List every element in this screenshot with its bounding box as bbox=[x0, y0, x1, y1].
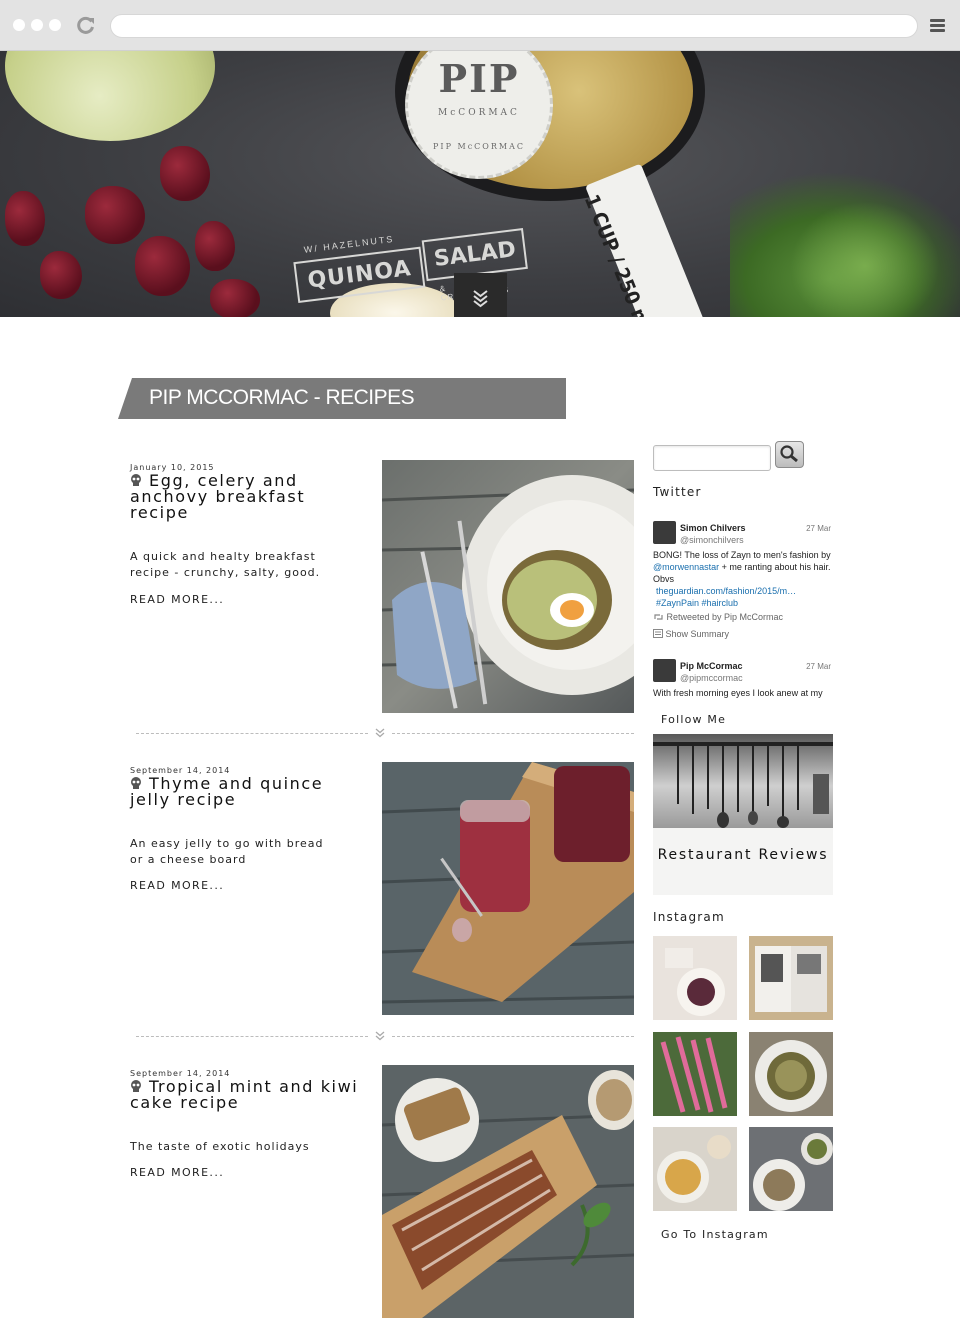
restaurant-reviews-label: Restaurant Reviews bbox=[657, 847, 829, 863]
post-title[interactable]: Tropical mint and kiwi cake recipe bbox=[130, 1079, 360, 1111]
read-more-link[interactable]: READ MORE... bbox=[130, 593, 224, 606]
show-summary-label: Show Summary bbox=[665, 629, 730, 639]
tweet-author-handle[interactable]: @simonchilvers bbox=[680, 535, 744, 545]
instagram-thumbnail[interactable] bbox=[749, 936, 833, 1020]
summary-card-icon bbox=[653, 629, 663, 638]
section-banner: PIP MCCORMAC - RECIPES bbox=[118, 378, 566, 419]
retweet-icon bbox=[654, 614, 663, 620]
scroll-down-button[interactable] bbox=[454, 273, 507, 317]
tweet-timestamp[interactable]: 27 Mar bbox=[806, 524, 831, 533]
tweet-retweet-info: Retweeted by Pip McCormac bbox=[653, 612, 783, 622]
post-title[interactable]: Egg, celery and anchovy breakfast recipe bbox=[130, 473, 360, 521]
chevron-double-down-icon bbox=[375, 728, 385, 738]
search-button[interactable] bbox=[775, 441, 804, 468]
dish-word-quinoa: QUINOA bbox=[293, 246, 426, 303]
skull-icon bbox=[131, 474, 141, 486]
browser-toolbar bbox=[0, 0, 960, 51]
tweet-mention-link[interactable]: @morwennastar bbox=[653, 562, 719, 572]
instagram-heading: Instagram bbox=[653, 910, 725, 924]
cranberry-image bbox=[5, 191, 45, 246]
spring-onion-image bbox=[790, 201, 940, 317]
post-excerpt: A quick and healty breakfast recipe - cr… bbox=[130, 550, 321, 579]
post-excerpt: The taste of exotic holidays bbox=[130, 1140, 310, 1153]
post-image[interactable] bbox=[382, 762, 634, 1015]
window-dot-icon bbox=[13, 19, 25, 31]
tweet-item: Pip McCormac @pipmccormac 27 Mar With fr… bbox=[653, 659, 833, 704]
cranberry-image bbox=[85, 186, 145, 244]
twitter-heading: Twitter bbox=[653, 485, 702, 499]
post-image[interactable] bbox=[382, 1065, 634, 1318]
tweet-text: With fresh morning eyes I look anew at m… bbox=[653, 688, 823, 698]
logo-arc-text: PIP McCORMAC bbox=[433, 142, 525, 151]
retweet-label: Retweeted by Pip McCormac bbox=[666, 612, 784, 622]
tweet-hashtags[interactable]: #ZaynPain #hairclub bbox=[656, 597, 834, 609]
instagram-thumbnail[interactable] bbox=[653, 1127, 737, 1211]
quince-jelly-photo bbox=[382, 762, 634, 1015]
post-separator bbox=[136, 1030, 634, 1042]
go-to-instagram-link[interactable]: Go To Instagram bbox=[661, 1228, 841, 1241]
cranberry-image bbox=[135, 236, 190, 296]
tweet-text-part: BONG! The loss of Zayn to men's fashion … bbox=[653, 550, 831, 560]
logo-title: PIP bbox=[438, 56, 520, 101]
avatar[interactable] bbox=[653, 659, 676, 682]
show-summary-link[interactable]: Show Summary bbox=[653, 629, 729, 639]
window-dot-icon bbox=[31, 19, 43, 31]
kitchen-utensils-image bbox=[653, 734, 833, 828]
read-more-link[interactable]: READ MORE... bbox=[130, 1166, 224, 1179]
post-item: September 14, 2014 Tropical mint and kiw… bbox=[130, 1065, 635, 1322]
apple-image bbox=[5, 51, 215, 141]
page-title: PIP MCCORMAC - RECIPES bbox=[149, 386, 415, 409]
tweet-text: BONG! The loss of Zayn to men's fashion … bbox=[653, 549, 831, 585]
follow-me-link[interactable]: Follow Me bbox=[661, 713, 841, 726]
post-title-text: Egg, celery and anchovy breakfast recipe bbox=[130, 471, 306, 522]
post-title-text: Thyme and quince jelly recipe bbox=[130, 774, 324, 809]
chevron-double-down-icon bbox=[375, 1031, 385, 1041]
post-separator bbox=[136, 727, 634, 739]
hamburger-menu-icon[interactable] bbox=[930, 19, 945, 34]
avatar[interactable] bbox=[653, 521, 676, 544]
post-image[interactable] bbox=[382, 460, 634, 713]
post-title-text: Tropical mint and kiwi cake recipe bbox=[130, 1077, 359, 1112]
post-item: September 14, 2014 Thyme and quince jell… bbox=[130, 762, 635, 1019]
tweet-author-name[interactable]: Simon Chilvers bbox=[680, 523, 746, 533]
post-title[interactable]: Thyme and quince jelly recipe bbox=[130, 776, 360, 808]
cranberry-image bbox=[40, 251, 82, 299]
instagram-thumbnail[interactable] bbox=[653, 936, 737, 1020]
read-more-link[interactable]: READ MORE... bbox=[130, 879, 224, 892]
egg-breakfast-photo bbox=[382, 460, 634, 713]
tweet-item: Simon Chilvers @simonchilvers 27 Mar BON… bbox=[653, 521, 833, 641]
reload-icon[interactable] bbox=[76, 15, 96, 35]
window-dot-icon bbox=[49, 19, 61, 31]
instagram-thumbnail[interactable] bbox=[653, 1032, 737, 1116]
kiwi-cake-photo bbox=[382, 1065, 634, 1318]
tweet-timestamp[interactable]: 27 Mar bbox=[806, 662, 831, 671]
instagram-thumbnail[interactable] bbox=[749, 1032, 833, 1116]
search-icon bbox=[780, 445, 798, 463]
cranberry-image bbox=[195, 221, 235, 271]
restaurant-reviews-card[interactable]: Restaurant Reviews bbox=[653, 734, 833, 895]
tweet-author-handle[interactable]: @pipmccormac bbox=[680, 673, 743, 683]
skull-icon bbox=[131, 1080, 141, 1092]
skull-icon bbox=[131, 777, 141, 789]
tweet-author-name[interactable]: Pip McCormac bbox=[680, 661, 743, 671]
logo-subtitle: McCORMAC bbox=[438, 108, 520, 118]
search-input[interactable] bbox=[653, 445, 771, 471]
address-bar[interactable] bbox=[110, 14, 918, 38]
cranberry-image bbox=[160, 146, 210, 201]
post-item: January 10, 2015 Egg, celery and anchovy… bbox=[130, 460, 635, 716]
tweet-url-link[interactable]: theguardian.com/fashion/2015/m… bbox=[656, 585, 834, 597]
chevron-double-down-icon bbox=[473, 290, 488, 308]
post-excerpt: An easy jelly to go with bread or a chee… bbox=[130, 837, 324, 866]
hero-header: 1 CUP / 250 ml PIP McCORMAC PIP McCORMAC… bbox=[0, 51, 960, 317]
cranberry-image bbox=[210, 279, 260, 317]
instagram-thumbnail[interactable] bbox=[749, 1127, 833, 1211]
